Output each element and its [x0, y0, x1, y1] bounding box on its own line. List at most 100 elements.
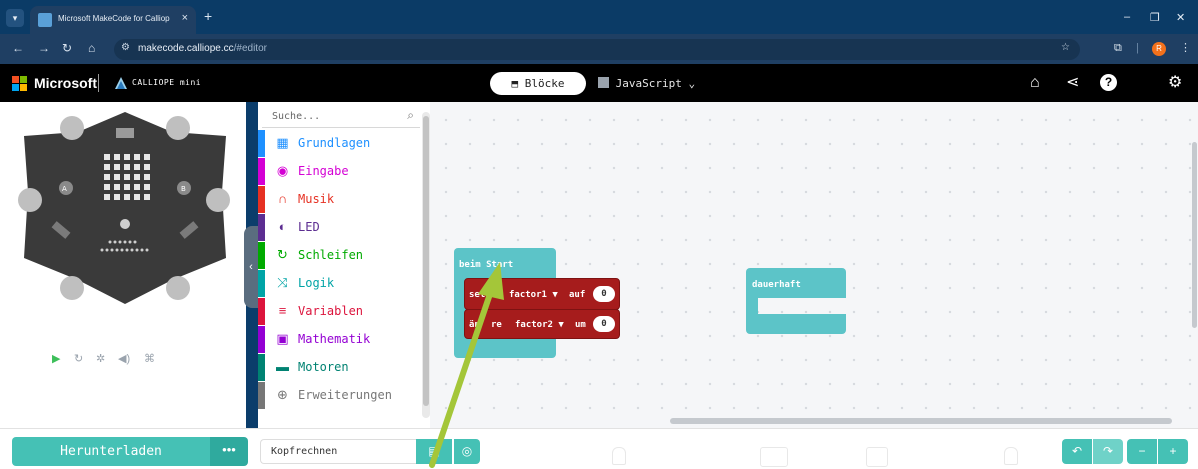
redo-icon[interactable]: ↷ [1093, 439, 1123, 464]
url-bar[interactable]: ⚙ makecode.calliope.cc/#editor ☆ [114, 39, 1080, 60]
microsoft-logo-icon [12, 76, 27, 91]
annotation-arrow [429, 262, 504, 468]
restart-icon[interactable]: ↻ [74, 352, 83, 365]
puzzle-icon: ⬒ [511, 77, 519, 90]
category-label: Erweiterungen [298, 388, 392, 402]
workspace-horizontal-scrollbar[interactable] [670, 418, 1172, 424]
blocks-mode-tab[interactable]: ⬒ Blöcke [490, 72, 586, 95]
list-icon: ≡ [278, 303, 287, 318]
toolbox-category[interactable]: ⊕ Erweiterungen [258, 382, 422, 409]
share-icon[interactable]: ⋖ [1066, 74, 1079, 92]
headphones-icon: ∩ [277, 191, 288, 206]
site-settings-icon[interactable]: ⚙ [121, 42, 130, 53]
category-color-bar [258, 298, 265, 325]
zoom-in-icon[interactable]: + [1158, 439, 1188, 464]
workspace-vertical-scrollbar[interactable] [1192, 142, 1197, 328]
set-value-input[interactable]: 0 [593, 286, 615, 302]
toolbox-category[interactable]: ∩ Musik [258, 186, 422, 213]
toolbox-search[interactable]: Suche... ⌕ [262, 106, 420, 128]
home-icon[interactable]: ⌂ [1030, 74, 1040, 92]
category-label: Motoren [298, 360, 349, 374]
ghost-tool-icon [1004, 447, 1018, 465]
window-restore-button[interactable]: ❐ [1150, 11, 1160, 24]
toolbox-category[interactable]: ▣ Mathematik [258, 326, 422, 353]
forward-arrow-icon[interactable]: → [38, 41, 50, 55]
category-label: Schleifen [298, 248, 364, 262]
extensions-icon[interactable]: ⧉ [1114, 42, 1122, 54]
help-icon[interactable]: ? [1100, 74, 1117, 91]
change-value-input[interactable]: 0 [593, 316, 615, 332]
car-icon: ▬ [276, 359, 289, 374]
shuffle-icon: ⤨ [277, 275, 288, 290]
forever-block[interactable]: dauerhaft [746, 268, 846, 298]
reload-icon[interactable]: ↻ [62, 41, 72, 55]
back-arrow-icon[interactable]: ← [12, 41, 24, 55]
makecode-header: Microsoft CALLIOPE mini ⬒ Blöcke JavaScr… [0, 64, 1198, 102]
ghost-chip-icon [866, 447, 888, 467]
product-name[interactable]: CALLIOPE mini [132, 78, 201, 87]
debug-icon[interactable]: ✲ [96, 352, 105, 365]
search-icon[interactable]: ⌕ [407, 108, 414, 123]
toolbox-category[interactable]: ▬ Motoren [258, 354, 422, 381]
address-bar-row: ← → ↻ ⌂ ⚙ makecode.calliope.cc/#editor ☆… [0, 34, 1198, 64]
calliope-logo-icon [115, 77, 127, 89]
toolbox-category[interactable]: ⤨ Logik [258, 270, 422, 297]
ghost-tool-icon [612, 447, 626, 465]
circle-dot-icon: ◉ [276, 163, 289, 178]
header-divider [98, 74, 99, 92]
bookmark-star-icon[interactable]: ☆ [1061, 42, 1070, 53]
category-color-bar [258, 130, 265, 157]
tab-search-button[interactable]: ▾ [6, 9, 24, 27]
category-color-bar [258, 382, 265, 409]
refresh-icon: ↻ [277, 247, 288, 262]
category-color-bar [258, 270, 265, 297]
tab-title: Microsoft MakeCode for Calliope [58, 14, 170, 23]
toggle-icon: ◐ [278, 219, 287, 234]
toolbox-category[interactable]: ◐ LED [258, 214, 422, 241]
fullscreen-icon[interactable]: ⌘ [144, 352, 155, 365]
microsoft-brand[interactable]: Microsoft [34, 75, 97, 91]
category-color-bar [258, 354, 265, 381]
js-icon [598, 77, 609, 88]
search-input[interactable]: Suche... [272, 111, 320, 122]
category-label: LED [298, 220, 320, 234]
browser-tab-strip: ▾ Microsoft MakeCode for Calliope × + – … [0, 0, 1198, 34]
simulator-pane: A B ▶ ↻ ✲ ◀) ⌘ [0, 102, 246, 428]
toolbox-category[interactable]: ◉ Eingabe [258, 158, 422, 185]
zoom-out-icon[interactable]: − [1127, 439, 1157, 464]
svg-text:A: A [62, 185, 67, 193]
category-label: Musik [298, 192, 335, 206]
category-label: Grundlagen [298, 136, 371, 150]
window-minimize-button[interactable]: – [1124, 11, 1130, 23]
category-color-bar [258, 242, 265, 269]
undo-icon[interactable]: ↶ [1062, 439, 1092, 464]
browser-tab[interactable]: Microsoft MakeCode for Calliope × [30, 6, 196, 34]
browser-menu-icon[interactable]: ⋮ [1180, 42, 1191, 54]
toolbox-category[interactable]: ▦ Grundlagen [258, 130, 422, 157]
category-color-bar [258, 214, 265, 241]
category-label: Logik [298, 276, 335, 290]
toolbox-category[interactable]: ↻ Schleifen [258, 242, 422, 269]
home-icon[interactable]: ⌂ [88, 41, 95, 55]
download-options-button[interactable]: ••• [210, 437, 248, 466]
toolbox-category[interactable]: ≡ Variablen [258, 298, 422, 325]
new-tab-button[interactable]: + [204, 9, 212, 23]
makecode-favicon-icon [38, 13, 52, 27]
mute-icon[interactable]: ◀) [118, 352, 130, 365]
chevron-down-icon: ⌄ [688, 77, 696, 90]
javascript-mode-tab[interactable]: JavaScript ⌄ [598, 72, 708, 95]
forever-label: dauerhaft [752, 280, 801, 290]
calliope-board-simulator[interactable]: A B [12, 108, 238, 306]
editor-toolbar: Herunterladen ••• Kopfrechnen ▤ ◎ ↶ ↷ − … [0, 428, 1198, 469]
ghost-list-icon [760, 447, 788, 467]
profile-avatar[interactable]: R [1152, 42, 1166, 56]
play-icon[interactable]: ▶ [52, 352, 60, 365]
download-button[interactable]: Herunterladen [12, 437, 210, 466]
tab-close-icon[interactable]: × [182, 12, 188, 24]
window-close-button[interactable]: ✕ [1176, 11, 1185, 24]
collapse-simulator-button[interactable]: ‹ [244, 226, 258, 308]
plus-circle-icon: ⊕ [277, 387, 288, 402]
forever-block-spine [746, 298, 758, 314]
gear-icon[interactable]: ⚙ [1168, 74, 1182, 92]
project-name-input[interactable]: Kopfrechnen [260, 439, 416, 464]
